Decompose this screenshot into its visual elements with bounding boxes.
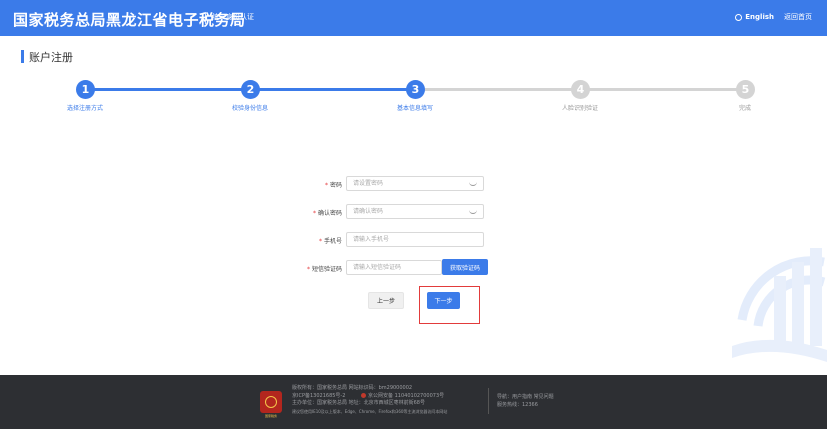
site-subtitle: 统一身份认证 <box>212 13 254 21</box>
tax-emblem-icon <box>260 391 282 413</box>
eye-closed-icon[interactable] <box>469 182 477 186</box>
confirm-password-placeholder: 请确认密码 <box>353 208 384 215</box>
tax-logo-watermark <box>732 248 827 362</box>
confirm-password-label: * 确认密码 <box>312 210 342 217</box>
highlight-box <box>419 286 480 324</box>
password-placeholder: 请设置密码 <box>353 180 384 187</box>
step-1-circle: 1 <box>76 80 95 99</box>
prev-step-button[interactable]: 上一步 <box>368 292 404 309</box>
step-5-circle: 5 <box>736 80 755 99</box>
step-2-circle: 2 <box>241 80 260 99</box>
step-4-circle: 4 <box>571 80 590 99</box>
footer-copyright: 版权所有：国家税务总局 网站标识码：bm29000002 <box>292 385 413 391</box>
sms-code-label: * 短信验证码 <box>306 266 342 273</box>
globe-icon <box>735 13 743 21</box>
footer-browser-tip: 建议您使用IE10及以上版本、Edge、Chrome、Firefox和360等主… <box>292 408 448 414</box>
step-1-label: 选择注册方式 <box>66 105 104 112</box>
footer-icp-line: 京ICP备13021685号-2 京公网安备 11040102700073号 <box>292 392 447 401</box>
get-code-button[interactable]: 获取验证码 <box>442 259 488 275</box>
step-5-label: 完成 <box>738 105 752 112</box>
page-title: 账户注册 <box>29 51 73 64</box>
footer-info: 版权所有：国家税务总局 网站标识码：bm29000002 京ICP备130216… <box>292 385 447 415</box>
footer-divider <box>488 388 489 414</box>
top-header: 国家税务总局黑龙江省电子税务局 统一身份认证 English 返回首页 <box>0 0 827 36</box>
step-3-label: 基本信息填写 <box>396 105 434 112</box>
password-field[interactable]: 请设置密码 <box>346 176 484 191</box>
password-label: * 密码 <box>324 182 342 189</box>
header-links: English 返回首页 <box>735 12 812 22</box>
police-badge-icon <box>361 392 367 398</box>
phone-label: * 手机号 <box>318 238 342 245</box>
police-record[interactable]: 京公网安备 11040102700073号 <box>361 392 444 399</box>
sms-code-placeholder: 请输入短信验证码 <box>353 264 402 271</box>
home-link[interactable]: 返回首页 <box>784 12 812 22</box>
language-switch[interactable]: English <box>735 13 774 21</box>
eye-closed-icon[interactable] <box>469 210 477 214</box>
footer-hotline: 服务热线：12366 <box>497 401 538 408</box>
header-divider <box>205 12 206 24</box>
footer-sponsor: 主办单位：国家税务总局 地址：北京市西城区枣林前街68号 <box>292 400 425 406</box>
footer-guide-links[interactable]: 导航：用户指南 常见问题 <box>497 394 554 402</box>
footer-nav: 导航：用户指南 常见问题 服务热线：12366 <box>497 394 554 409</box>
language-label: English <box>745 13 774 21</box>
step-2-label: 校验身份信息 <box>231 105 269 112</box>
phone-field[interactable]: 请输入手机号 <box>346 232 484 247</box>
step-3-circle: 3 <box>406 80 425 99</box>
site-title: 国家税务总局黑龙江省电子税务局 <box>13 11 246 29</box>
emblem-caption: 国家税务 <box>264 414 277 418</box>
phone-placeholder: 请输入手机号 <box>353 236 390 243</box>
step-4-label: 人脸识别验证 <box>561 105 599 112</box>
title-accent-bar <box>21 50 24 63</box>
sms-code-field[interactable]: 请输入短信验证码 <box>346 260 442 275</box>
confirm-password-field[interactable]: 请确认密码 <box>346 204 484 219</box>
icp-link[interactable]: 京ICP备13021685号-2 <box>292 393 345 399</box>
